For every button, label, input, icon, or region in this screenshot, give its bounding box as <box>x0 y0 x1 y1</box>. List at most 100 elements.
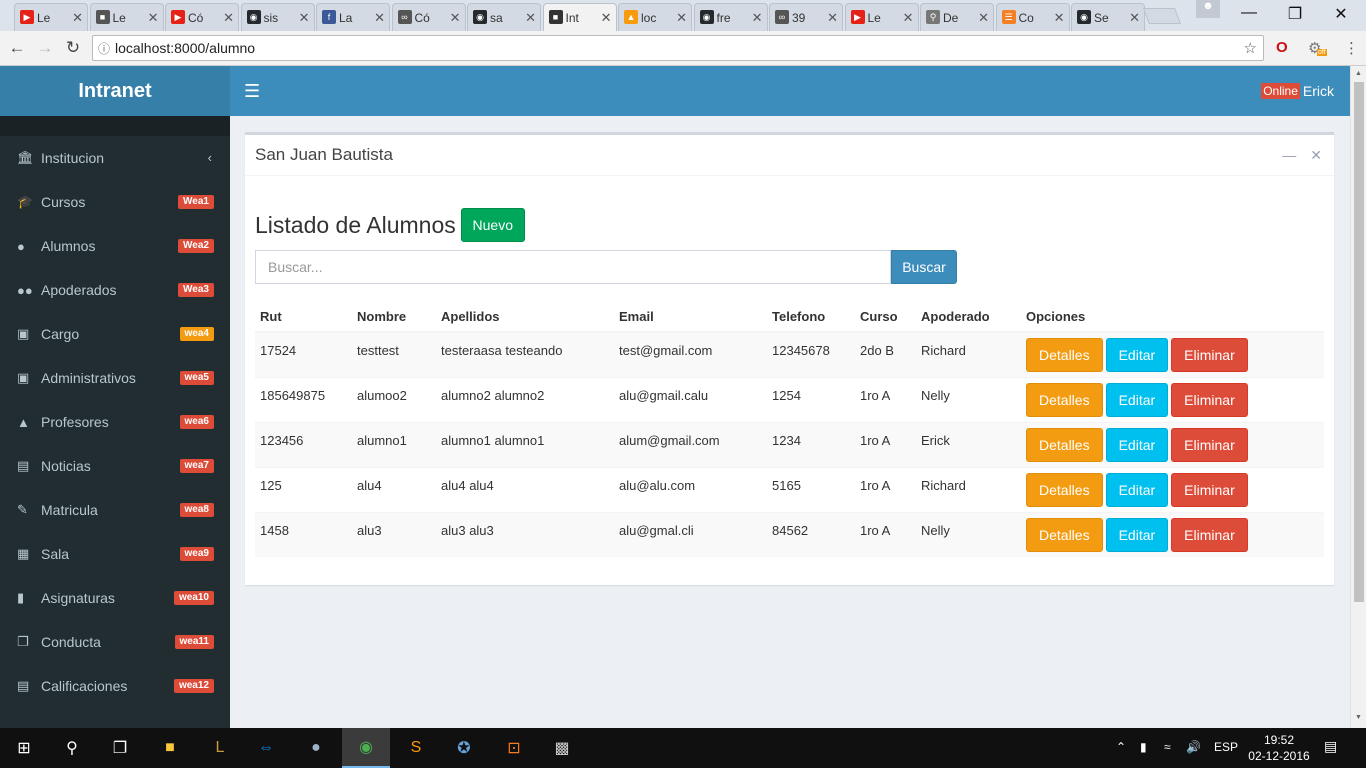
sidebar-item-institucion[interactable]: 🏛 Institucion ‹ <box>0 136 230 180</box>
file-explorer-icon[interactable]: ■ <box>146 728 194 768</box>
close-tab-icon[interactable]: ✕ <box>72 10 83 26</box>
language-indicator[interactable]: ESP <box>1214 740 1238 754</box>
close-tab-icon[interactable]: ✕ <box>676 10 687 26</box>
browser-tab[interactable]: ■ Int ✕ <box>542 3 617 31</box>
close-tab-icon[interactable]: ✕ <box>299 10 310 26</box>
sidebar-item-administrativos[interactable]: ▣ Administrativos wea5 <box>0 356 230 400</box>
new-tab-button[interactable] <box>1143 8 1181 24</box>
scrollbar-thumb[interactable] <box>1354 82 1364 602</box>
close-tab-icon[interactable]: ✕ <box>1129 10 1140 26</box>
back-icon[interactable]: ← <box>6 38 28 58</box>
close-tab-icon[interactable]: ✕ <box>525 10 536 26</box>
scroll-down-arrow-icon[interactable]: ▼ <box>1355 714 1362 721</box>
close-tab-icon[interactable]: ✕ <box>978 10 989 26</box>
league-of-legends-icon[interactable]: L <box>196 728 244 768</box>
scroll-up-arrow-icon[interactable]: ▲ <box>1355 70 1362 77</box>
delete-button[interactable]: Eliminar <box>1171 427 1248 462</box>
edit-button[interactable]: Editar <box>1105 472 1169 507</box>
browser-tab[interactable]: ▲ loc ✕ <box>618 3 692 31</box>
sidebar-item-cargo[interactable]: ▣ Cargo wea4 <box>0 312 230 356</box>
close-tab-icon[interactable]: ✕ <box>601 10 612 26</box>
search-input[interactable] <box>255 250 891 284</box>
restore-window-button[interactable]: ❐ <box>1280 4 1310 24</box>
edit-button[interactable]: Editar <box>1105 382 1169 417</box>
task-view-icon[interactable]: ❐ <box>96 728 144 768</box>
extension-puzzle-icon[interactable]: ⚙ off <box>1308 39 1327 57</box>
browser-tab[interactable]: ◉ fre ✕ <box>693 3 768 31</box>
browser-tab[interactable]: ■ Le ✕ <box>89 3 164 31</box>
browser-tab[interactable]: ∞ Có ✕ <box>391 3 466 31</box>
sidebar-item-profesores[interactable]: ▲ Profesores wea6 <box>0 400 230 444</box>
close-tab-icon[interactable]: ✕ <box>1054 10 1065 26</box>
edit-button[interactable]: Editar <box>1105 338 1169 372</box>
browser-tab[interactable]: ◉ Se ✕ <box>1071 3 1145 31</box>
volume-icon[interactable]: 🔊 <box>1186 740 1201 754</box>
chrome-taskbar-icon[interactable]: ◉ <box>342 728 390 768</box>
sidebar-item-conducta[interactable]: ❐ Conducta wea11 <box>0 620 230 664</box>
close-icon[interactable]: ✕ <box>1310 147 1322 164</box>
browser-tab[interactable]: f La ✕ <box>316 3 390 31</box>
xampp-icon[interactable]: ⊡ <box>490 728 538 768</box>
details-button[interactable]: Detalles <box>1026 517 1103 552</box>
collapse-icon[interactable]: — <box>1282 147 1296 164</box>
sidebar-item-matricula[interactable]: ✎ Matricula wea8 <box>0 488 230 532</box>
chrome-menu-icon[interactable]: ⋮ <box>1344 39 1359 57</box>
app-icon[interactable]: ● <box>292 728 340 768</box>
notifications-icon[interactable]: ▤ <box>1324 738 1337 755</box>
close-tab-icon[interactable]: ✕ <box>148 10 159 26</box>
edit-button[interactable]: Editar <box>1105 427 1169 462</box>
sidebar-item-asignaturas[interactable]: ▮ Asignaturas wea10 <box>0 576 230 620</box>
delete-button[interactable]: Eliminar <box>1171 517 1248 552</box>
new-student-button[interactable]: Nuevo <box>460 208 525 242</box>
delete-button[interactable]: Eliminar <box>1171 472 1248 507</box>
reload-icon[interactable]: ↻ <box>62 38 84 58</box>
minimize-window-button[interactable]: — <box>1234 4 1264 22</box>
browser-tab[interactable]: ▶ Le ✕ <box>14 3 88 31</box>
sidebar-item-alumnos[interactable]: ● Alumnos Wea2 <box>0 224 230 268</box>
browser-tab[interactable]: ◉ sa ✕ <box>467 3 541 31</box>
sublime-text-icon[interactable]: S <box>392 728 440 768</box>
search-button[interactable]: Buscar <box>891 250 957 284</box>
address-bar[interactable]: ⓘ localhost:8000/alumno ☆ <box>92 35 1264 61</box>
clock[interactable]: 19:52 02-12-2016 <box>1246 732 1312 764</box>
sidebar-item-noticias[interactable]: ▤ Noticias wea7 <box>0 444 230 488</box>
close-tab-icon[interactable]: ✕ <box>450 10 461 26</box>
sidebar-item-cursos[interactable]: 🎓 Cursos Wea1 <box>0 180 230 224</box>
delete-button[interactable]: Eliminar <box>1171 382 1248 417</box>
battery-icon[interactable]: ▮ <box>1140 740 1147 754</box>
windows-start-icon[interactable]: ⊞ <box>0 728 48 768</box>
user-menu[interactable]: Online Erick <box>1261 83 1334 99</box>
opera-extension-icon[interactable]: O <box>1276 39 1288 56</box>
details-button[interactable]: Detalles <box>1026 382 1103 417</box>
details-button[interactable]: Detalles <box>1026 472 1103 507</box>
teamviewer-icon[interactable]: ⇔ <box>242 728 290 768</box>
browser-tab[interactable]: ☰ Co ✕ <box>995 3 1070 31</box>
chevron-left-icon[interactable]: ‹ <box>208 150 212 165</box>
site-info-icon[interactable]: ⓘ <box>93 40 115 57</box>
brand-logo[interactable]: Intranet <box>0 66 230 116</box>
sidebar-toggle-icon[interactable]: ☰ <box>244 81 260 102</box>
workbench-icon[interactable]: ✪ <box>440 728 488 768</box>
sidebar-item-calificaciones[interactable]: ▤ Calificaciones wea12 <box>0 664 230 708</box>
sidebar-item-apoderados[interactable]: ●● Apoderados Wea3 <box>0 268 230 312</box>
bookmark-star-icon[interactable]: ☆ <box>1244 39 1257 57</box>
browser-tab[interactable]: ▶ Le ✕ <box>844 3 919 31</box>
details-button[interactable]: Detalles <box>1026 427 1103 462</box>
sidebar-item-sala[interactable]: ▦ Sala wea9 <box>0 532 230 576</box>
close-tab-icon[interactable]: ✕ <box>374 10 385 26</box>
search-icon[interactable]: ⚲ <box>48 728 96 768</box>
terminal-icon[interactable]: ▩ <box>538 728 586 768</box>
browser-tab[interactable]: ⚲ De ✕ <box>920 3 994 31</box>
close-tab-icon[interactable]: ✕ <box>223 10 234 26</box>
page-scrollbar[interactable]: ▲ ▼ <box>1350 66 1366 728</box>
browser-tab[interactable]: ◉ sis ✕ <box>240 3 315 31</box>
browser-tab[interactable]: ▶ Có ✕ <box>165 3 239 31</box>
forward-icon[interactable]: → <box>34 38 56 58</box>
close-tab-icon[interactable]: ✕ <box>827 10 838 26</box>
wifi-icon[interactable]: ≈ <box>1164 740 1171 754</box>
delete-button[interactable]: Eliminar <box>1171 338 1248 372</box>
close-tab-icon[interactable]: ✕ <box>903 10 914 26</box>
close-window-button[interactable]: ✕ <box>1326 4 1356 24</box>
url-text[interactable]: localhost:8000/alumno <box>115 40 255 56</box>
browser-tab[interactable]: ∞ 39 ✕ <box>769 3 843 31</box>
